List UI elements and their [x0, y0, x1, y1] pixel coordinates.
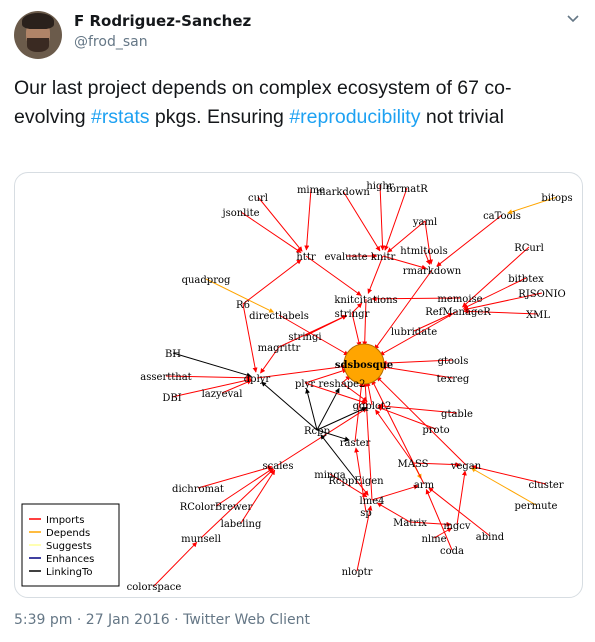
dependency-edge: [256, 364, 347, 379]
package-label: plyr: [295, 379, 315, 390]
package-label: BH: [165, 349, 181, 360]
center-package-label: sdsbosque: [335, 360, 393, 371]
package-label: RCurl: [514, 243, 544, 254]
package-label: reshape2: [319, 379, 366, 390]
dependency-edge: [153, 541, 198, 587]
package-label: Matrix: [393, 518, 427, 529]
package-label: texreg: [437, 374, 470, 385]
package-label: rmarkdown: [403, 266, 462, 277]
package-label: sp: [360, 508, 372, 519]
package-label: RefManageR: [425, 307, 491, 318]
avatar-beard: [27, 38, 49, 52]
package-label: labeling: [221, 519, 262, 530]
package-label: colorspace: [127, 582, 182, 593]
dependency-edge: [316, 387, 340, 431]
package-label: knitr: [371, 252, 396, 263]
package-label: coda: [440, 546, 464, 557]
tweet-media-image[interactable]: sdsbosque mime markdown highr formatR curl jso…: [14, 172, 583, 598]
dependency-edge: [379, 184, 386, 251]
dependency-edge: [376, 376, 467, 466]
package-label: memoise: [437, 294, 482, 305]
tweet-time: 5:39 pm: [14, 612, 73, 628]
package-label: cluster: [528, 480, 563, 491]
dependency-edge: [257, 196, 303, 252]
legend-label: LinkingTo: [46, 567, 92, 578]
package-label: gtable: [441, 409, 473, 420]
package-label: vegan: [450, 461, 482, 472]
package-label: magrittr: [258, 343, 301, 354]
package-label: RcppEigen: [328, 476, 384, 487]
meta-separator: ·: [169, 612, 184, 628]
package-label: permute: [515, 501, 558, 512]
package-label: htmltools: [400, 246, 448, 257]
dependency-edge: [342, 190, 381, 252]
legend-label: Depends: [46, 528, 90, 539]
package-label: lme4: [360, 496, 385, 507]
dependency-edge: [384, 187, 408, 251]
package-label: nloptr: [342, 567, 373, 578]
dependency-edge: [305, 388, 318, 431]
package-label: mgcv: [443, 521, 470, 532]
package-label: nlme: [421, 534, 446, 545]
package-label: lazyeval: [202, 389, 243, 400]
package-label: caTools: [483, 211, 521, 222]
tweet-timestamp[interactable]: 5:39 pm · 27 Jan 2016 · Twitter Web Clie…: [14, 612, 310, 628]
tweet-date: 27 Jan 2016: [85, 612, 170, 628]
dependency-edge: [304, 188, 312, 251]
tweet-client: Twitter Web Client: [183, 612, 310, 628]
tweet-text: Our last project depends on complex ecos…: [14, 74, 579, 132]
package-label: raster: [340, 438, 371, 449]
package-label: RColorBrewer: [180, 502, 253, 513]
legend-label: Suggests: [46, 541, 92, 552]
author-avatar[interactable]: [14, 11, 62, 59]
package-label: RJSONIO: [518, 289, 566, 300]
package-label: MASS: [398, 459, 429, 470]
chevron-down-icon[interactable]: [566, 12, 580, 26]
dependency-edge: [362, 298, 368, 347]
package-label: XML: [526, 310, 550, 321]
package-label: evaluate: [324, 252, 367, 263]
package-label: DBI: [162, 393, 181, 404]
legend-label: Imports: [46, 515, 84, 526]
package-label: assertthat: [140, 372, 191, 383]
package-label: bitbtex: [508, 274, 544, 285]
package-label: dichromat: [172, 484, 224, 495]
author-name[interactable]: F Rodriguez-Sanchez: [74, 12, 251, 30]
package-label: R6: [236, 300, 250, 311]
package-label: bitops: [541, 193, 572, 204]
package-label: Rcpp: [304, 426, 330, 437]
package-label: dplyr: [244, 374, 271, 385]
avatar-hair: [22, 13, 54, 29]
package-label: formatR: [386, 184, 428, 195]
package-label: directlabels: [249, 311, 309, 322]
package-label: gtools: [438, 356, 469, 367]
package-label: proto: [422, 425, 449, 436]
dependency-edge: [456, 470, 467, 526]
package-label: httr: [296, 252, 315, 263]
dependency-edge: [436, 214, 503, 267]
package-label: curl: [248, 193, 268, 204]
hashtag-reproducibility[interactable]: #reproducibility: [289, 106, 420, 128]
dependency-edge: [242, 259, 302, 305]
tweet-text-part: not trivial: [420, 106, 504, 128]
legend-label: Enhances: [46, 554, 94, 565]
tweet-text-part: pkgs. Ensuring: [149, 106, 290, 128]
package-label: markdown: [316, 187, 370, 198]
package-label: stringr: [335, 309, 370, 320]
package-label: yaml: [412, 217, 437, 228]
package-label: abind: [476, 532, 505, 543]
package-label: stringi: [288, 332, 321, 343]
package-label: munsell: [181, 534, 221, 545]
package-label: ggplot2: [353, 401, 392, 412]
package-label: quadprog: [182, 275, 231, 286]
hashtag-rstats[interactable]: #rstats: [91, 106, 150, 128]
package-label: scales: [263, 461, 294, 472]
package-label: knitcitations: [334, 295, 397, 306]
author-handle[interactable]: @frod_san: [74, 34, 148, 50]
package-label: jsonlite: [221, 208, 259, 219]
dependency-network-graph: sdsbosquemimemarkdownhighrformatRcurljso…: [21, 181, 573, 593]
meta-separator: ·: [72, 612, 86, 628]
package-label: arm: [414, 480, 435, 491]
package-label: lubridate: [391, 327, 437, 338]
